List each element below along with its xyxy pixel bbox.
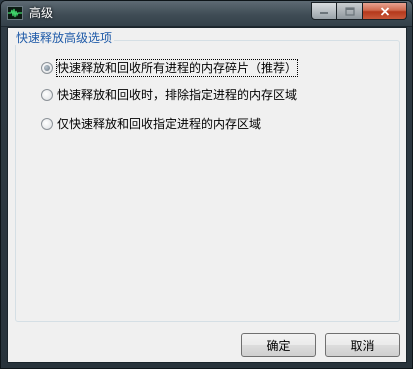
- option-label: 快速释放和回收所有进程的内存碎片（推荐）: [55, 59, 299, 77]
- maximize-icon: [344, 6, 355, 16]
- radio-dot: [44, 65, 50, 71]
- ok-button[interactable]: 确定: [241, 333, 316, 357]
- title-bar[interactable]: 高级: [1, 1, 412, 27]
- radio-button-selected[interactable]: [41, 62, 53, 74]
- app-waveform-icon: [7, 6, 23, 20]
- caption-buttons: [311, 2, 407, 20]
- minimize-icon: [320, 12, 328, 14]
- window-title: 高级: [29, 6, 54, 20]
- option-exclude-processes[interactable]: 快速释放和回收时，排除指定进程的内存区域: [41, 87, 297, 103]
- option-only-specified[interactable]: 仅快速释放和回收指定进程的内存区域: [41, 116, 261, 132]
- dialog-window: 高级 快速释放高级选项 快速释放和回收所有进程的内存碎片（推荐） 快速释放和回收…: [0, 0, 413, 369]
- radio-button[interactable]: [41, 89, 53, 101]
- option-label: 快速释放和回收时，排除指定进程的内存区域: [57, 88, 298, 102]
- close-icon: [380, 6, 389, 16]
- maximize-button[interactable]: [337, 2, 363, 20]
- advanced-options-group: [15, 40, 400, 322]
- radio-button[interactable]: [41, 118, 53, 130]
- minimize-button[interactable]: [311, 2, 337, 20]
- option-label: 仅快速释放和回收指定进程的内存区域: [57, 117, 262, 131]
- group-title: 快速释放高级选项: [14, 31, 115, 45]
- dialog-client-area: 快速释放高级选项 快速释放和回收所有进程的内存碎片（推荐） 快速释放和回收时，排…: [7, 27, 407, 363]
- option-release-all[interactable]: 快速释放和回收所有进程的内存碎片（推荐）: [41, 59, 299, 77]
- close-button[interactable]: [363, 2, 407, 20]
- cancel-button[interactable]: 取消: [325, 333, 400, 357]
